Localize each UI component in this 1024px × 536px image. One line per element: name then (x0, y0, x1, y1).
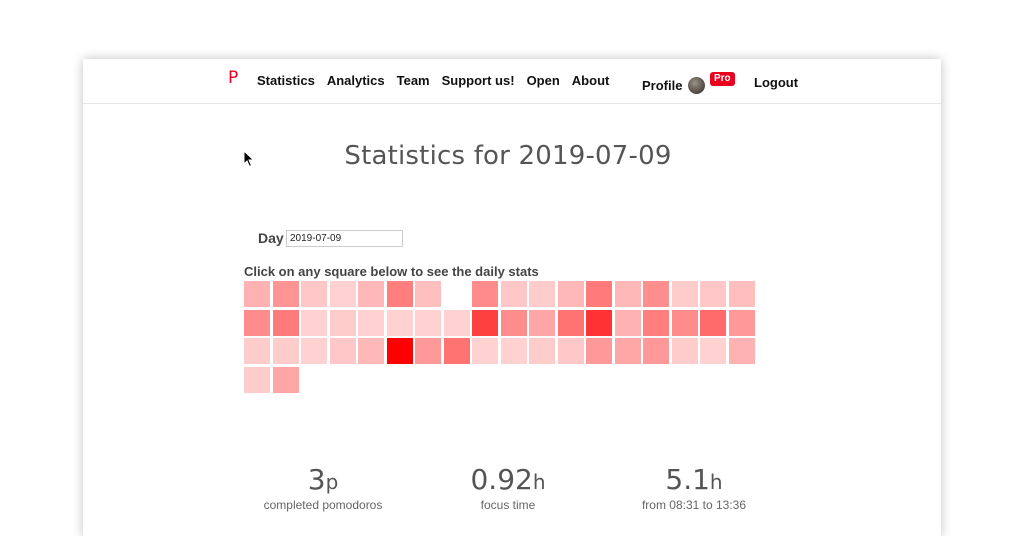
heatmap-day-cell[interactable] (615, 338, 641, 364)
heatmap-day-cell[interactable] (586, 281, 612, 307)
day-date-input[interactable] (286, 230, 403, 247)
heatmap-day-cell[interactable] (729, 338, 755, 364)
heatmap-day-cell[interactable] (643, 310, 669, 336)
heatmap-day-cell[interactable] (472, 310, 498, 336)
heatmap-day-cell[interactable] (558, 338, 584, 364)
stat-focus-unit: h (532, 470, 546, 494)
heatmap-day-cell[interactable] (444, 338, 470, 364)
stat-span-number: 5.1 (665, 463, 710, 496)
profile-link[interactable]: Profile (642, 76, 706, 94)
heatmap-day-cell[interactable] (700, 338, 726, 364)
heatmap-day-cell[interactable] (244, 281, 270, 307)
stat-span-value: 5.1h (604, 464, 784, 498)
stat-span-unit: h (709, 470, 723, 494)
heatmap-day-cell[interactable] (672, 281, 698, 307)
heatmap-day-cell[interactable] (301, 281, 327, 307)
heatmap-day-cell[interactable] (273, 338, 299, 364)
heatmap-day-cell[interactable] (387, 310, 413, 336)
heatmap-day-cell[interactable] (330, 310, 356, 336)
heatmap-day-cell[interactable] (301, 310, 327, 336)
heatmap-day-cell[interactable] (558, 281, 584, 307)
heatmap-day-cell[interactable] (301, 338, 327, 364)
heatmap-day-cell[interactable] (672, 310, 698, 336)
heatmap-day-cell[interactable] (358, 281, 384, 307)
stat-pomodoros: 3p completed pomodoros (233, 464, 413, 513)
app-window: P Statistics Analytics Team Support us! … (83, 59, 941, 536)
nav-link-about[interactable]: About (572, 73, 610, 88)
heatmap-day-cell[interactable] (330, 281, 356, 307)
nav-link-statistics[interactable]: Statistics (257, 73, 315, 88)
heatmap-day-cell[interactable] (529, 310, 555, 336)
heatmap-day-cell[interactable] (672, 338, 698, 364)
stat-span-caption: from 08:31 to 13:36 (641, 498, 747, 512)
heatmap-day-cell[interactable] (387, 338, 413, 364)
calendar-instruction: Click on any square below to see the dai… (244, 264, 539, 279)
top-navbar: P Statistics Analytics Team Support us! … (83, 59, 941, 104)
heatmap-day-cell[interactable] (558, 310, 584, 336)
stat-focus-time: 0.92h focus time (418, 464, 598, 513)
nav-link-analytics[interactable]: Analytics (327, 73, 385, 88)
nav-link-team[interactable]: Team (397, 73, 430, 88)
heatmap-day-cell[interactable] (358, 310, 384, 336)
heatmap-day-cell[interactable] (729, 281, 755, 307)
heatmap-day-cell[interactable] (244, 367, 270, 393)
heatmap-day-cell[interactable] (529, 338, 555, 364)
heatmap-day-cell[interactable] (729, 310, 755, 336)
nav-link-open[interactable]: Open (527, 73, 560, 88)
heatmap-day-cell[interactable] (244, 310, 270, 336)
stat-focus-number: 0.92 (470, 463, 533, 496)
stat-focus-value: 0.92h (418, 464, 598, 498)
heatmap-day-cell[interactable] (700, 310, 726, 336)
pro-badge: Pro (710, 72, 735, 86)
stat-pomodoros-number: 3 (307, 463, 326, 496)
nav-links: Statistics Analytics Team Support us! Op… (257, 73, 609, 88)
heatmap-day-cell[interactable] (415, 338, 441, 364)
day-label: Day (258, 230, 284, 246)
profile-label[interactable]: Profile (642, 78, 682, 93)
heatmap-day-cell[interactable] (273, 367, 299, 393)
heatmap-day-cell[interactable] (472, 338, 498, 364)
heatmap-day-cell[interactable] (586, 310, 612, 336)
logo[interactable]: P (228, 68, 238, 88)
heatmap-day-cell[interactable] (472, 281, 498, 307)
heatmap-day-cell[interactable] (501, 281, 527, 307)
nav-link-support[interactable]: Support us! (442, 73, 515, 88)
heatmap-day-cell[interactable] (501, 338, 527, 364)
heatmap-day-cell[interactable] (330, 338, 356, 364)
heatmap-day-cell[interactable] (387, 281, 413, 307)
stat-focus-caption: focus time (480, 498, 536, 512)
page-title: Statistics for 2019-07-09 (344, 141, 672, 171)
heatmap-day-cell[interactable] (700, 281, 726, 307)
heatmap-day-cell[interactable] (358, 338, 384, 364)
heatmap-day-cell[interactable] (615, 281, 641, 307)
heatmap-day-cell[interactable] (643, 281, 669, 307)
logout-link[interactable]: Logout (754, 75, 798, 90)
stat-pomodoros-value: 3p (233, 464, 413, 498)
heatmap-day-cell[interactable] (615, 310, 641, 336)
stat-pomodoros-unit: p (325, 470, 339, 494)
mouse-cursor-icon (243, 150, 255, 168)
stat-pomodoros-caption: completed pomodoros (263, 498, 383, 512)
heatmap-day-cell[interactable] (244, 338, 270, 364)
daily-heatmap-grid (244, 281, 757, 394)
avatar[interactable] (688, 77, 706, 94)
heatmap-day-cell[interactable] (529, 281, 555, 307)
heatmap-day-cell[interactable] (444, 310, 470, 336)
heatmap-day-cell[interactable] (586, 338, 612, 364)
heatmap-day-cell[interactable] (273, 281, 299, 307)
heatmap-day-cell[interactable] (273, 310, 299, 336)
heatmap-day-cell[interactable] (415, 281, 441, 307)
heatmap-day-cell[interactable] (643, 338, 669, 364)
heatmap-day-cell[interactable] (415, 310, 441, 336)
heatmap-day-cell[interactable] (501, 310, 527, 336)
stat-span: 5.1h from 08:31 to 13:36 (604, 464, 784, 513)
